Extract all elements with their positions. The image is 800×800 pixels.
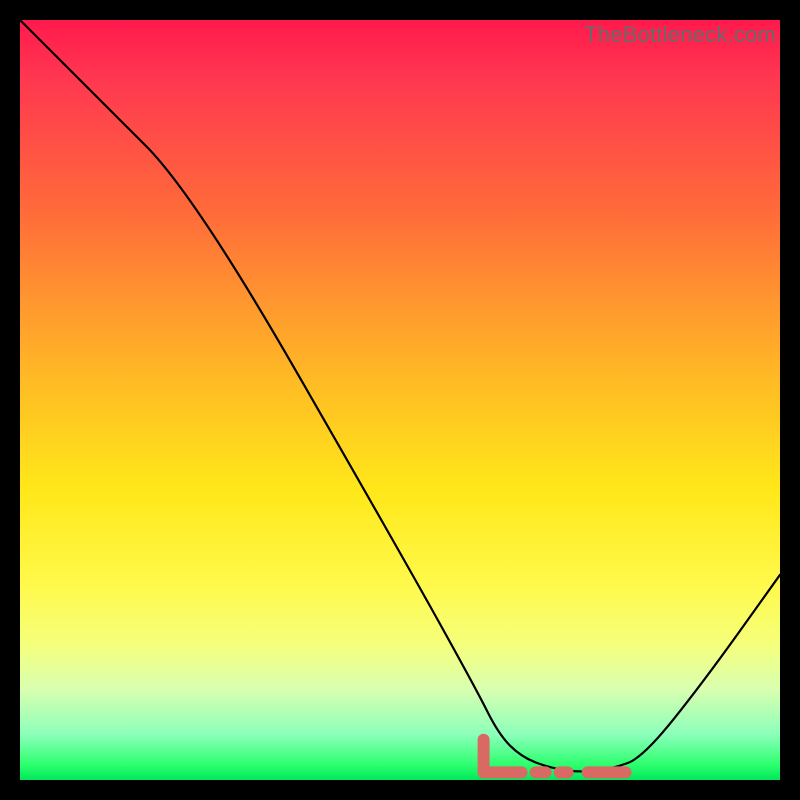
bottleneck-curve-line: [20, 20, 780, 771]
chart-frame: TheBottleneck.com: [20, 20, 780, 780]
bottleneck-plot: [20, 20, 780, 780]
